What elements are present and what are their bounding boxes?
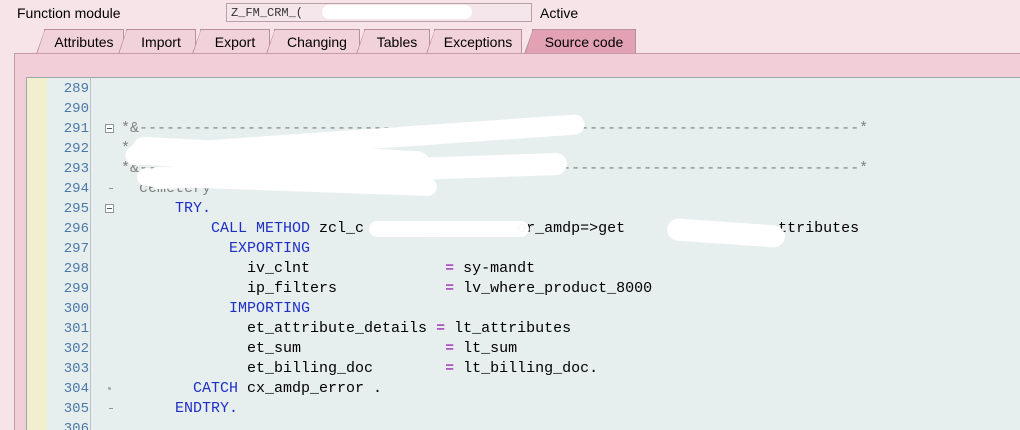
tab-export[interactable]: Export — [192, 29, 270, 54]
code-line[interactable]: 295 TRY. — [27, 199, 1020, 219]
tab-tables[interactable]: Tables — [356, 29, 430, 54]
line-number: 289 — [63, 81, 89, 97]
source-code-editor[interactable]: 289 290 291 *&--------------------------… — [26, 77, 1020, 430]
redaction-mark — [369, 221, 529, 237]
fold-tick-icon — [109, 188, 113, 189]
line-number: 300 — [63, 301, 89, 317]
code-line[interactable]: 298 iv_clnt = sy-mandt — [27, 259, 1020, 279]
tab-import[interactable]: Import — [118, 29, 196, 54]
code-text: et_sum = lt_sum — [247, 340, 518, 357]
line-number: 301 — [63, 321, 89, 337]
code-text: EXPORTING — [229, 240, 311, 257]
line-number: 294 — [63, 181, 89, 197]
redaction-mark — [322, 5, 472, 19]
line-number: 298 — [63, 261, 89, 277]
tab-strip: Attributes Import Export Changing Tables… — [30, 29, 1020, 56]
collapse-icon[interactable] — [105, 204, 114, 213]
code-text: ip_filters = lv_where_product_8000 — [247, 280, 653, 297]
tab-source-code[interactable]: Source code — [524, 29, 636, 56]
code-line[interactable]: 301 et_attribute_details = lt_attributes — [27, 319, 1020, 339]
status-text: Active — [540, 5, 579, 21]
collapse-icon[interactable] — [105, 124, 114, 133]
code-line[interactable]: 299 ip_filters = lv_where_product_8000 — [27, 279, 1020, 299]
line-number: 304 — [63, 381, 89, 397]
tab-changing[interactable]: Changing — [266, 29, 360, 54]
code-text: TRY. — [175, 200, 212, 217]
line-number: 305 — [63, 401, 89, 417]
line-number: 290 — [63, 101, 89, 117]
line-number: 297 — [63, 241, 89, 257]
line-number: 302 — [63, 341, 89, 357]
line-number: 293 — [63, 161, 89, 177]
code-line[interactable]: 306 — [27, 419, 1020, 430]
code-line[interactable]: 304 CATCH cx_amdp_error . — [27, 379, 1020, 399]
code-line[interactable]: 300 IMPORTING — [27, 299, 1020, 319]
code-line[interactable]: 303 et_billing_doc = lt_billing_doc. — [27, 359, 1020, 379]
code-line[interactable]: 290 — [27, 99, 1020, 119]
code-text: iv_clnt = sy-mandt — [247, 260, 536, 277]
fold-dot-icon — [108, 387, 111, 390]
line-number: 295 — [63, 201, 89, 217]
code-line[interactable]: 305 ENDTRY. — [27, 399, 1020, 419]
code-text: et_billing_doc = lt_billing_doc. — [247, 360, 599, 377]
line-number: 303 — [63, 361, 89, 377]
code-line[interactable]: 289 — [27, 79, 1020, 99]
code-line[interactable]: 297 EXPORTING — [27, 239, 1020, 259]
code-line[interactable]: 302 et_sum = lt_sum — [27, 339, 1020, 359]
line-number: 296 — [63, 221, 89, 237]
line-number: 292 — [63, 141, 89, 157]
fold-tick-icon — [109, 408, 113, 409]
code-text: ENDTRY. — [175, 400, 239, 417]
code-text: IMPORTING — [229, 300, 311, 317]
code-text: et_attribute_details = lt_attributes — [247, 320, 572, 337]
function-module-label: Function module — [17, 5, 121, 21]
code-text: CATCH cx_amdp_error . — [193, 380, 383, 397]
tab-exceptions[interactable]: Exceptions — [426, 29, 522, 54]
line-number: 306 — [63, 421, 89, 430]
line-number: 291 — [63, 121, 89, 137]
line-number: 299 — [63, 281, 89, 297]
tab-attributes[interactable]: Attributes — [36, 29, 124, 54]
function-module-header: Function module Z_FM_CRM_( Active — [0, 0, 1020, 26]
